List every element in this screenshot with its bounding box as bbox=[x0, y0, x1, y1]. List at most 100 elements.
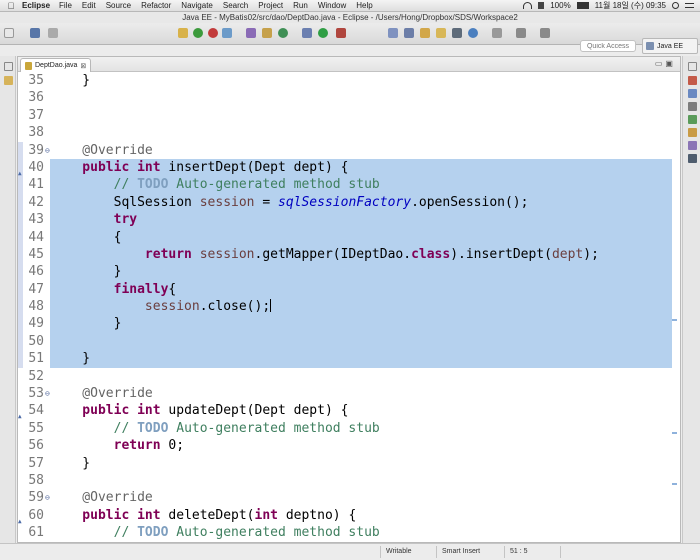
menu-window[interactable]: Window bbox=[318, 1, 346, 10]
code-line[interactable]: 53 ⊖ @Override bbox=[18, 385, 680, 402]
wifi-icon[interactable] bbox=[523, 2, 533, 9]
debug-icon[interactable] bbox=[302, 28, 312, 38]
code-text[interactable]: public int insertDept(Dept dept) { bbox=[50, 158, 672, 177]
save-icon[interactable] bbox=[30, 28, 40, 38]
code-line[interactable]: 58 bbox=[18, 472, 680, 489]
code-text[interactable] bbox=[50, 107, 672, 124]
code-text[interactable]: // TODO Auto-generated method stub bbox=[50, 176, 672, 194]
code-text[interactable]: public int deleteDept(int deptno) { bbox=[50, 507, 672, 524]
menu-run[interactable]: Run bbox=[293, 1, 308, 10]
outline-icon[interactable] bbox=[688, 89, 697, 98]
code-text[interactable] bbox=[50, 89, 672, 106]
code-line[interactable]: ▲ 60 public int deleteDept(int deptno) { bbox=[18, 507, 680, 525]
snippets-icon[interactable] bbox=[688, 141, 697, 150]
code-line[interactable]: 41 // TODO Auto-generated method stub bbox=[18, 176, 680, 194]
apple-icon[interactable]:  bbox=[0, 1, 22, 11]
code-text[interactable]: @Override bbox=[50, 489, 672, 506]
quick-access-input[interactable] bbox=[580, 40, 636, 52]
code-line[interactable]: 45 return session.getMapper(IDeptDao.cla… bbox=[18, 245, 680, 264]
menu-help[interactable]: Help bbox=[356, 1, 372, 10]
new-class-icon[interactable] bbox=[278, 28, 288, 38]
annotation-next-icon[interactable] bbox=[492, 28, 502, 38]
battery-icon[interactable] bbox=[576, 2, 589, 9]
code-line[interactable]: 44 { bbox=[18, 228, 680, 246]
code-line[interactable]: 57 } bbox=[18, 455, 680, 472]
code-line[interactable]: 52 bbox=[18, 368, 680, 385]
app-menu-eclipse[interactable]: Eclipse bbox=[22, 1, 50, 10]
code-text[interactable]: } bbox=[50, 315, 672, 333]
code-text[interactable]: return session.getMapper(IDeptDao.class)… bbox=[50, 245, 672, 264]
code-line[interactable]: 35 } bbox=[18, 72, 680, 89]
tab-deptdao-java[interactable]: DeptDao.java ⊠ bbox=[20, 58, 92, 72]
code-line[interactable]: ▲ 40 public int insertDept(Dept dept) { bbox=[18, 158, 680, 177]
code-line[interactable]: 36 bbox=[18, 89, 680, 106]
close-icon[interactable]: ⊠ bbox=[80, 62, 86, 70]
code-text[interactable]: } bbox=[50, 263, 672, 281]
overview-marker[interactable] bbox=[672, 432, 677, 434]
back-icon[interactable] bbox=[516, 28, 526, 38]
code-line[interactable]: 47 finally{ bbox=[18, 280, 680, 299]
code-text[interactable] bbox=[50, 332, 672, 351]
forward-icon[interactable] bbox=[540, 28, 550, 38]
overview-marker[interactable] bbox=[672, 483, 677, 485]
run-icon[interactable] bbox=[318, 28, 328, 38]
code-line[interactable]: ▲ 54 public int updateDept(Dept dept) { bbox=[18, 402, 680, 420]
restore-icon[interactable] bbox=[4, 62, 13, 71]
console-icon[interactable] bbox=[452, 28, 462, 38]
perspective-switcher[interactable]: Java EE bbox=[642, 38, 698, 54]
print-icon[interactable] bbox=[48, 28, 58, 38]
code-text[interactable]: } bbox=[50, 72, 672, 89]
code-text[interactable]: } bbox=[50, 350, 672, 368]
code-line[interactable]: 37 bbox=[18, 107, 680, 124]
package-explorer-icon[interactable] bbox=[4, 76, 13, 85]
minimize-maximize-controls[interactable]: ▭▣ bbox=[655, 59, 676, 68]
code-line[interactable]: 38 bbox=[18, 124, 680, 141]
menu-project[interactable]: Project bbox=[258, 1, 283, 10]
code-area[interactable]: 35 } 36 37 38 39 ⊖ @Override ▲ 40 public int in… bbox=[18, 72, 680, 542]
search-toolbar-icon[interactable] bbox=[420, 28, 430, 38]
code-line[interactable]: 51 } bbox=[18, 350, 680, 368]
new-icon[interactable] bbox=[4, 28, 14, 38]
web-browser-icon[interactable] bbox=[468, 28, 478, 38]
volume-icon[interactable] bbox=[538, 2, 545, 9]
code-text[interactable]: finally{ bbox=[50, 280, 672, 299]
markers-icon[interactable] bbox=[688, 102, 697, 111]
external-tools-icon[interactable] bbox=[336, 28, 346, 38]
code-line[interactable]: 49 } bbox=[18, 315, 680, 333]
code-text[interactable]: @Override bbox=[50, 142, 672, 159]
console-view-icon[interactable] bbox=[688, 154, 697, 163]
code-line[interactable]: 43 try bbox=[18, 211, 680, 229]
code-text[interactable]: session.close(); bbox=[50, 298, 672, 316]
code-line[interactable]: 61 // TODO Auto-generated method stub bbox=[18, 524, 680, 541]
server-icon[interactable] bbox=[193, 28, 203, 38]
code-text[interactable]: // TODO Auto-generated method stub bbox=[50, 420, 672, 437]
new-package-icon[interactable] bbox=[262, 28, 272, 38]
folder-icon[interactable] bbox=[436, 28, 446, 38]
code-text[interactable]: // TODO Auto-generated method stub bbox=[50, 524, 672, 541]
code-line[interactable]: 50 bbox=[18, 332, 680, 351]
code-line[interactable]: 42 SqlSession session = sqlSessionFactor… bbox=[18, 193, 680, 212]
menu-edit[interactable]: Edit bbox=[82, 1, 96, 10]
open-type-icon[interactable] bbox=[388, 28, 398, 38]
overview-marker[interactable] bbox=[672, 319, 677, 321]
clock[interactable]: 11월 18일 (수) 09:35 bbox=[595, 0, 666, 11]
new-java-project-icon[interactable] bbox=[246, 28, 256, 38]
servers-icon[interactable] bbox=[688, 115, 697, 124]
code-text[interactable] bbox=[50, 368, 672, 385]
code-text[interactable]: } bbox=[50, 455, 672, 472]
code-line[interactable]: 55 // TODO Auto-generated method stub bbox=[18, 420, 680, 437]
code-line[interactable]: 56 return 0; bbox=[18, 437, 680, 454]
code-text[interactable] bbox=[50, 124, 672, 141]
code-text[interactable]: { bbox=[50, 228, 672, 246]
code-line[interactable]: 46 } bbox=[18, 263, 680, 281]
stop-icon[interactable] bbox=[208, 28, 218, 38]
code-line[interactable]: 48 session.close(); bbox=[18, 298, 680, 316]
code-text[interactable]: return 0; bbox=[50, 437, 672, 454]
menu-refactor[interactable]: Refactor bbox=[141, 1, 171, 10]
search-icon[interactable] bbox=[672, 2, 679, 9]
build-icon[interactable] bbox=[178, 28, 188, 38]
code-text[interactable] bbox=[50, 472, 672, 489]
code-text[interactable]: SqlSession session = sqlSessionFactory.o… bbox=[50, 193, 672, 212]
code-line[interactable]: 59 ⊖ @Override bbox=[18, 489, 680, 506]
code-text[interactable]: public int updateDept(Dept dept) { bbox=[50, 402, 672, 419]
